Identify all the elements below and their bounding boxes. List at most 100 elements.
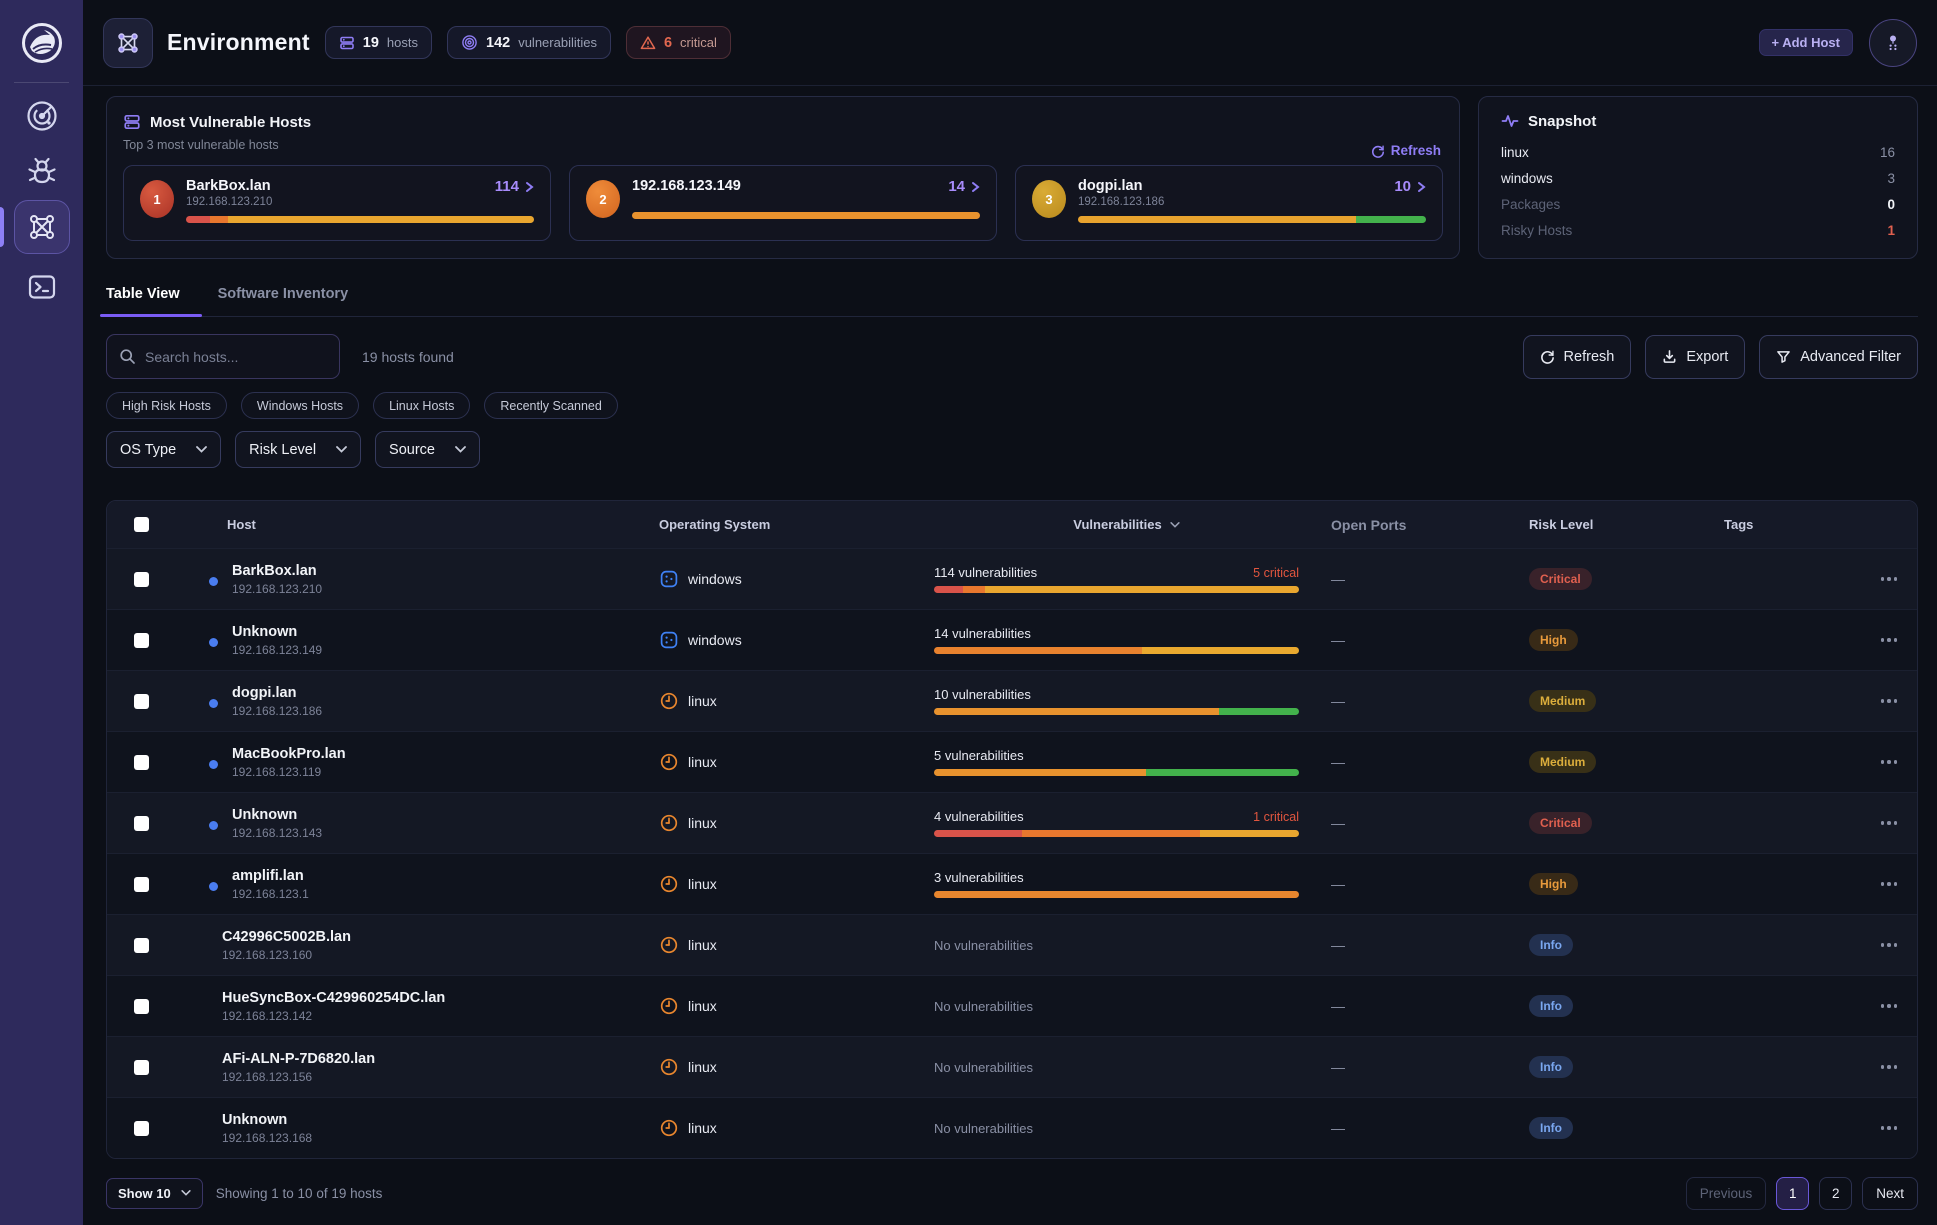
host-ip: 192.168.123.1: [232, 887, 309, 901]
funnel-icon: [1776, 349, 1791, 364]
vulnerable-host-card[interactable]: 1 BarkBox.lan 192.168.123.210 114: [123, 165, 551, 241]
linux-icon: [659, 996, 679, 1016]
sidebar-item-environment-network-icon[interactable]: [14, 200, 70, 254]
panel-title: Snapshot: [1528, 113, 1596, 130]
table-row[interactable]: Unknown 192.168.123.168 linux No vulnera…: [107, 1097, 1917, 1158]
filter-dropdowns: OS Type Risk Level Source: [106, 431, 480, 468]
risk-level-badge: Medium: [1529, 751, 1596, 773]
table-row[interactable]: amplifi.lan 192.168.123.1 linux 3 vulner…: [107, 853, 1917, 914]
main-content: Environment 19 hosts 142 vulnerabilities: [83, 0, 1937, 1225]
os-type-select[interactable]: OS Type: [106, 431, 221, 468]
sidebar-item-radar-scan-icon[interactable]: [23, 97, 61, 135]
table-row[interactable]: AFi-ALN-P-7D6820.lan 192.168.123.156 lin…: [107, 1036, 1917, 1097]
row-actions-button[interactable]: [1861, 821, 1917, 825]
page-2-button[interactable]: 2: [1819, 1177, 1852, 1210]
refresh-button[interactable]: Refresh: [1523, 335, 1632, 379]
row-checkbox[interactable]: [134, 1060, 149, 1075]
host-name: AFi-ALN-P-7D6820.lan: [222, 1051, 375, 1067]
column-vulnerabilities[interactable]: Vulnerabilities: [929, 517, 1319, 532]
chevron-right-icon: [1417, 181, 1426, 193]
critical-count: 1 critical: [1253, 810, 1299, 824]
sidebar-item-bug-icon[interactable]: [23, 153, 61, 191]
row-checkbox[interactable]: [134, 755, 149, 770]
open-ports-value: —: [1319, 1059, 1515, 1075]
chevron-down-icon: [336, 446, 347, 453]
row-actions-button[interactable]: [1861, 1004, 1917, 1008]
row-checkbox[interactable]: [134, 938, 149, 953]
previous-page-button[interactable]: Previous: [1686, 1177, 1767, 1210]
chip-windows-hosts[interactable]: Windows Hosts: [241, 392, 359, 419]
vulnerability-bar: [934, 830, 1299, 837]
panel-refresh-button[interactable]: Refresh: [1371, 143, 1441, 158]
table-header: Host Operating System Vulnerabilities Op…: [107, 501, 1917, 548]
row-checkbox[interactable]: [134, 1121, 149, 1136]
table-row[interactable]: C42996C5002B.lan 192.168.123.160 linux N…: [107, 914, 1917, 975]
select-all-checkbox[interactable]: [134, 517, 149, 532]
row-actions-button[interactable]: [1861, 638, 1917, 642]
source-select[interactable]: Source: [375, 431, 480, 468]
user-avatar[interactable]: [1869, 19, 1917, 67]
row-checkbox[interactable]: [134, 633, 149, 648]
row-actions-button[interactable]: [1861, 882, 1917, 886]
open-ports-value: —: [1319, 693, 1515, 709]
row-checkbox[interactable]: [134, 816, 149, 831]
tab-software-inventory[interactable]: Software Inventory: [218, 282, 349, 316]
table-row[interactable]: Unknown 192.168.123.143 linux 4 vulnerab…: [107, 792, 1917, 853]
row-actions-button[interactable]: [1861, 577, 1917, 581]
chip-recently-scanned[interactable]: Recently Scanned: [484, 392, 617, 419]
vulnerable-host-card[interactable]: 2 192.168.123.149 14: [569, 165, 997, 241]
ellipsis-menu-icon: [1881, 821, 1898, 825]
os-label: windows: [688, 632, 742, 648]
vulnerability-count: 5 vulnerabilities: [934, 748, 1024, 763]
row-checkbox[interactable]: [134, 694, 149, 709]
sidebar-active-indicator: [0, 207, 4, 247]
column-operating-system: Operating System: [659, 517, 929, 532]
table-row[interactable]: HueSyncBox-C429960254DC.lan 192.168.123.…: [107, 975, 1917, 1036]
snapshot-label: Packages: [1501, 192, 1560, 218]
rank-badge: 1: [140, 180, 174, 218]
advanced-filter-button[interactable]: Advanced Filter: [1759, 335, 1918, 379]
os-label: linux: [688, 998, 717, 1014]
hosts-found-text: 19 hosts found: [362, 349, 454, 365]
page-1-button[interactable]: 1: [1776, 1177, 1809, 1210]
row-actions-button[interactable]: [1861, 1126, 1917, 1130]
vulnerability-count: 114 vulnerabilities: [934, 565, 1037, 580]
search-box[interactable]: [106, 334, 340, 379]
tab-table-view[interactable]: Table View: [106, 282, 180, 316]
add-host-button[interactable]: + Add Host: [1759, 29, 1854, 56]
risk-level-badge: Info: [1529, 995, 1573, 1017]
snapshot-row: windows 3: [1501, 166, 1895, 192]
topbar: Environment 19 hosts 142 vulnerabilities: [83, 0, 1937, 86]
search-input[interactable]: [145, 349, 327, 365]
table-row[interactable]: Unknown 192.168.123.149 windows 14 vulne…: [107, 609, 1917, 670]
critical-count: 5 critical: [1253, 566, 1299, 580]
page-size-select[interactable]: Show 10: [106, 1178, 203, 1209]
next-page-button[interactable]: Next: [1862, 1177, 1918, 1210]
host-ip: 192.168.123.149: [232, 643, 322, 657]
row-checkbox[interactable]: [134, 999, 149, 1014]
app-logo-wolf-icon[interactable]: [19, 20, 65, 66]
host-ip: 192.168.123.160: [222, 948, 351, 962]
risk-level-select[interactable]: Risk Level: [235, 431, 361, 468]
os-label: linux: [688, 937, 717, 953]
table-row[interactable]: MacBookPro.lan 192.168.123.119 linux 5 v…: [107, 731, 1917, 792]
page-summary: Showing 1 to 10 of 19 hosts: [216, 1186, 383, 1201]
linux-icon: [659, 813, 679, 833]
chip-high-risk-hosts[interactable]: High Risk Hosts: [106, 392, 227, 419]
row-checkbox[interactable]: [134, 877, 149, 892]
online-dot: [209, 882, 218, 891]
vulnerable-host-card[interactable]: 3 dogpi.lan 192.168.123.186 10: [1015, 165, 1443, 241]
row-actions-button[interactable]: [1861, 943, 1917, 947]
table-row[interactable]: BarkBox.lan 192.168.123.210 windows 114 …: [107, 548, 1917, 609]
sort-chevron-icon: [1170, 522, 1180, 528]
chip-linux-hosts[interactable]: Linux Hosts: [373, 392, 470, 419]
sidebar-item-terminal-icon[interactable]: [23, 268, 61, 306]
row-actions-button[interactable]: [1861, 760, 1917, 764]
row-actions-button[interactable]: [1861, 1065, 1917, 1069]
row-actions-button[interactable]: [1861, 699, 1917, 703]
chevron-down-icon: [181, 1190, 191, 1196]
row-checkbox[interactable]: [134, 572, 149, 587]
table-row[interactable]: dogpi.lan 192.168.123.186 linux 10 vulne…: [107, 670, 1917, 731]
export-button[interactable]: Export: [1645, 335, 1745, 379]
host-name: Unknown: [222, 1112, 312, 1128]
